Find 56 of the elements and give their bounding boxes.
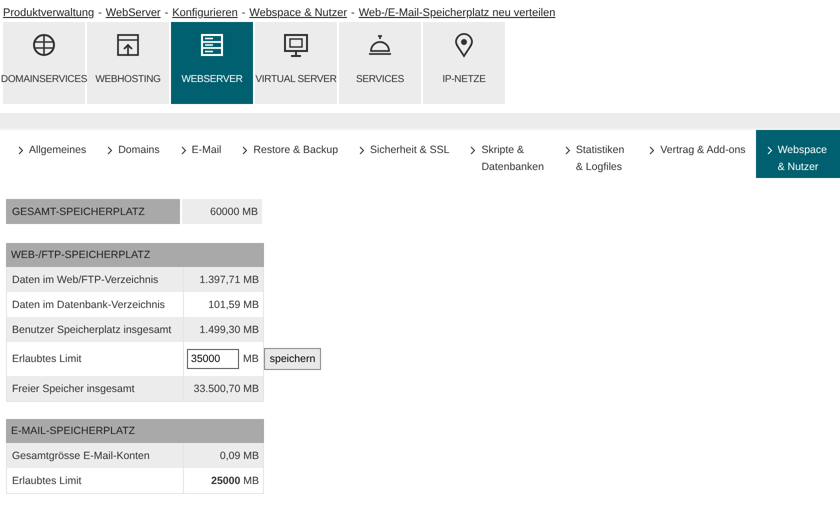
chevron-icon [18,146,24,155]
monitor-icon [283,32,309,58]
breadcrumb-link[interactable]: Webspace & Nutzer [249,7,348,19]
nav-tab[interactable]: DOMAINSERVICES [3,22,85,104]
chevron-icon [359,146,366,155]
subnav-tab[interactable]: Restore & Backup [231,130,348,178]
unit-label: MB [243,353,259,365]
breadcrumb-link[interactable]: Produktverwaltung [3,7,94,19]
table-cell-text: 33.500,70 MB [192,382,260,394]
subnav-tab[interactable]: Statistiken & Logfiles [554,130,638,178]
table-cell-text: 1.397,71 MB [198,274,260,286]
subnav-tab[interactable]: Skripte & Datenbanken [459,130,554,178]
table-cell: Daten im Web/FTP-Verzeichnis [7,267,184,292]
table-header: GESAMT-SPEICHERPLATZ [6,199,180,224]
subnav-tab[interactable]: Webspace & Nutzer [756,130,840,178]
chevron-icon [564,146,571,155]
table-cell-text: 0,09 MB [218,450,260,462]
nav-tab[interactable]: IP-NETZE [423,22,505,104]
save-button[interactable]: speichern [264,348,322,370]
chevron-icon [649,146,656,155]
table-cell: Benutzer Speicherplatz insgesamt [7,317,184,342]
nav-tab[interactable]: SERVICES [339,22,421,104]
subnav-tab[interactable]: Allgemeines [7,130,96,178]
table-cell: Erlaubtes Limit [7,468,184,493]
subnav-tab[interactable]: E-Mail [170,130,232,178]
separator-text: - [164,7,170,19]
separator-text: - [240,7,246,19]
table-cell-text: 1.499,30 MB [198,324,260,336]
breadcrumb-link[interactable]: Konfigurieren [172,7,238,19]
table-cell: Freier Speicher insgesamt [7,376,184,401]
upload-window-icon [115,32,141,58]
nav-tab[interactable]: WEBHOSTING [87,22,169,104]
separator-text: - [350,7,356,19]
subnav-tab[interactable]: Vertrag & Add-ons [638,130,756,178]
table-header: E-MAIL-SPEICHERPLATZ [6,419,264,443]
service-bell-icon [367,32,393,58]
subnav-tab[interactable]: Domains [96,130,170,178]
chevron-icon [470,146,476,155]
globe-icon [31,32,57,58]
limit-input[interactable]: 35000 [187,349,239,369]
subnav-tab[interactable]: Sicherheit & SSL [348,130,460,178]
server-icon [199,32,225,58]
chevron-icon [242,146,248,155]
table-cell-text: 25000 MB [210,474,260,486]
table-cell-text: 101,59 MB [207,298,260,310]
chevron-icon [180,146,187,155]
separator-text: - [97,7,103,19]
breadcrumb-link[interactable]: Web-/E-Mail-Speicherplatz neu verteilen [358,7,556,19]
nav-tab[interactable]: VIRTUAL SERVER [255,22,337,104]
table-header: WEB-/FTP-SPEICHERPLATZ [6,243,264,267]
nav-tab[interactable]: WEBSERVER [171,22,253,104]
table-cell: 60000 MB [182,199,262,224]
breadcrumb-link[interactable]: WebServer [106,7,161,19]
chevron-icon [766,146,773,155]
chevron-icon [107,146,114,155]
table-cell: Gesamtgrösse E-Mail-Konten [7,443,184,468]
